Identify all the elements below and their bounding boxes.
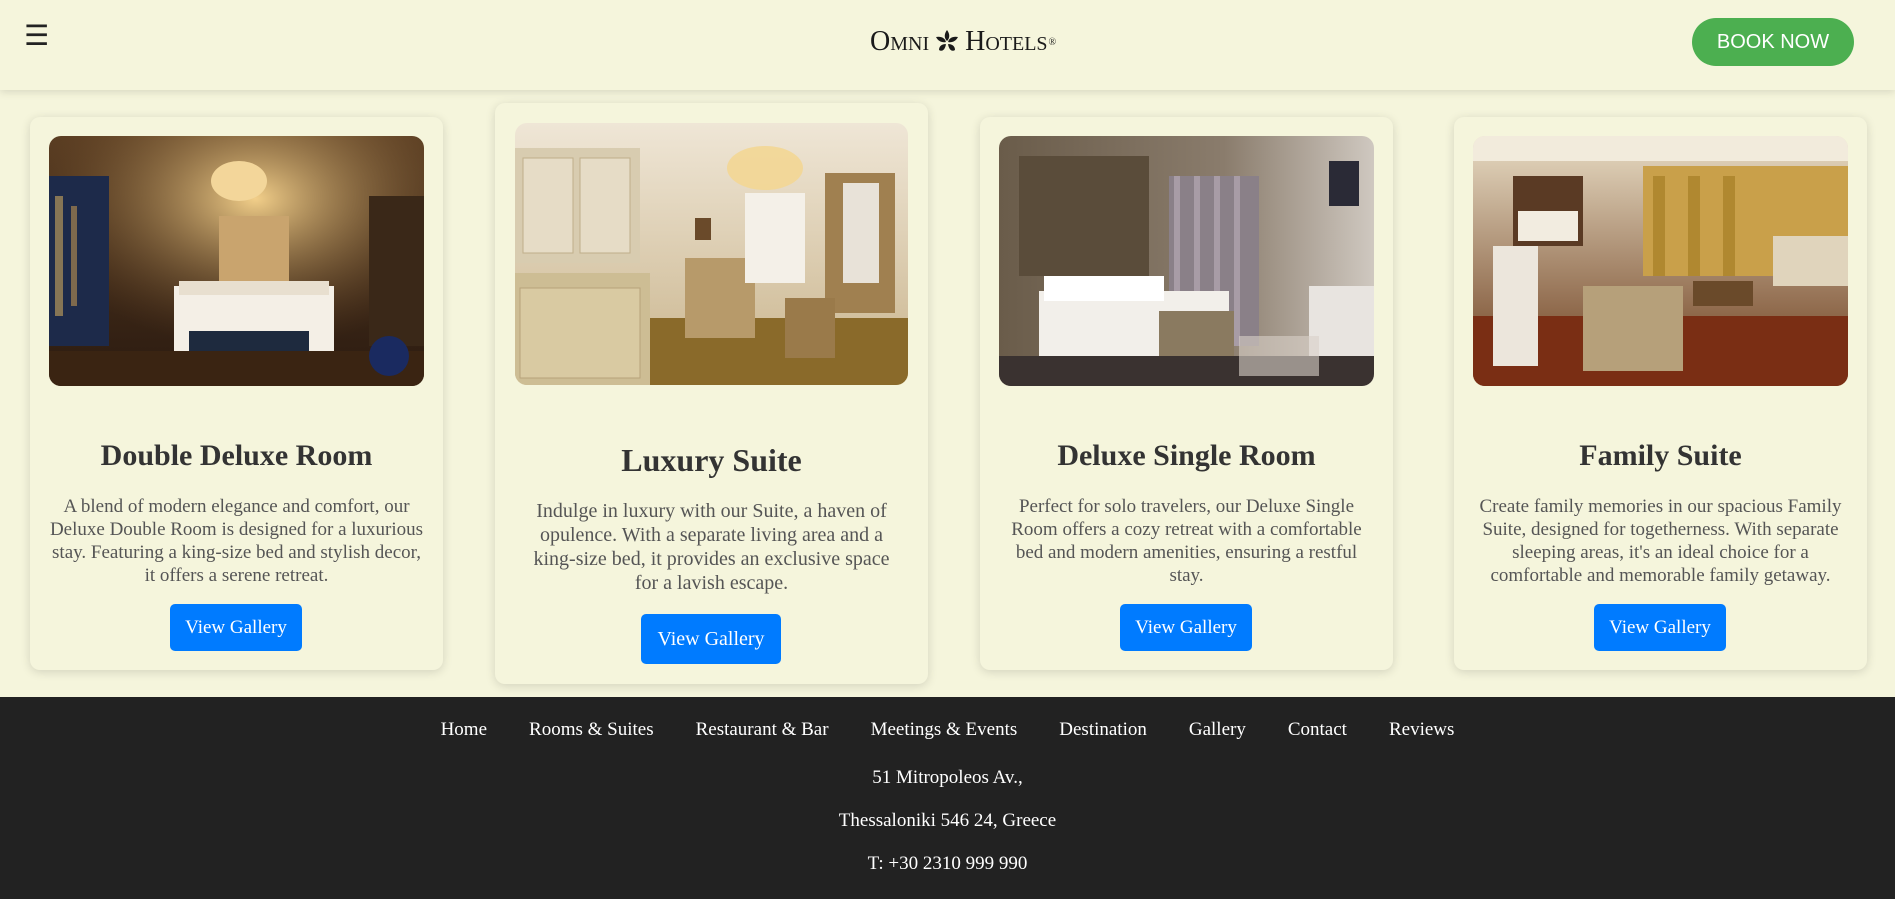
omni-hotels-logo[interactable]: Omni Hotels ® xyxy=(870,22,1056,62)
logo-word-left: Omni xyxy=(870,26,930,57)
footer-link-destination[interactable]: Destination xyxy=(1059,719,1147,741)
registered-mark: ® xyxy=(1048,36,1057,48)
view-gallery-button[interactable]: View Gallery xyxy=(170,604,302,651)
footer-link-contact[interactable]: Contact xyxy=(1288,719,1347,741)
room-title: Deluxe Single Room xyxy=(1057,439,1316,472)
room-description: Perfect for solo travelers, our Deluxe S… xyxy=(1011,496,1362,586)
room-card-double-deluxe: Double Deluxe Room A blend of modern ele… xyxy=(30,117,443,670)
hamburger-menu-icon[interactable]: ☰ xyxy=(24,20,49,52)
footer-link-gallery[interactable]: Gallery xyxy=(1189,719,1246,741)
site-header: ☰ Omni Hotels ® BOOK NOW xyxy=(0,0,1895,90)
footer-address-line1: 51 Mitropoleos Av., xyxy=(872,767,1023,788)
room-card-luxury-suite: Luxury Suite Indulge in luxury with our … xyxy=(495,103,928,684)
footer-link-reviews[interactable]: Reviews xyxy=(1389,719,1454,741)
footer-address-line2: Thessaloniki 546 24, Greece xyxy=(838,810,1057,831)
view-gallery-button[interactable]: View Gallery xyxy=(1594,604,1726,651)
footer-link-home[interactable]: Home xyxy=(441,719,487,741)
room-card-deluxe-single: Deluxe Single Room Perfect for solo trav… xyxy=(980,117,1393,670)
footer-link-meetings-events[interactable]: Meetings & Events xyxy=(871,719,1018,741)
room-photo-family-suite[interactable] xyxy=(1473,136,1848,386)
footer-link-restaurant-bar[interactable]: Restaurant & Bar xyxy=(696,719,829,741)
footer-nav: Home Rooms & Suites Restaurant & Bar Mee… xyxy=(0,719,1895,741)
room-description: Create family memories in our spacious F… xyxy=(1479,496,1842,586)
room-title: Luxury Suite xyxy=(621,442,802,478)
view-gallery-button[interactable]: View Gallery xyxy=(1120,604,1252,651)
footer-link-rooms-suites[interactable]: Rooms & Suites xyxy=(529,719,654,741)
room-title: Family Suite xyxy=(1579,439,1742,472)
book-now-button[interactable]: BOOK NOW xyxy=(1692,18,1854,66)
room-photo-deluxe-single[interactable] xyxy=(999,136,1374,386)
room-photo-luxury-suite[interactable] xyxy=(515,123,908,385)
view-gallery-button[interactable]: View Gallery xyxy=(641,614,781,664)
logo-word-right: Hotels xyxy=(965,26,1048,57)
room-description: A blend of modern elegance and comfort, … xyxy=(49,496,424,586)
fleur-icon xyxy=(936,30,959,51)
room-title: Double Deluxe Room xyxy=(100,439,373,472)
footer-phone: T: +30 2310 999 990 xyxy=(867,853,1028,874)
room-photo-double-deluxe[interactable] xyxy=(49,136,424,386)
site-footer: Home Rooms & Suites Restaurant & Bar Mee… xyxy=(0,697,1895,899)
room-description: Indulge in luxury with our Suite, a have… xyxy=(533,500,890,594)
room-card-family-suite: Family Suite Create family memories in o… xyxy=(1454,117,1867,670)
